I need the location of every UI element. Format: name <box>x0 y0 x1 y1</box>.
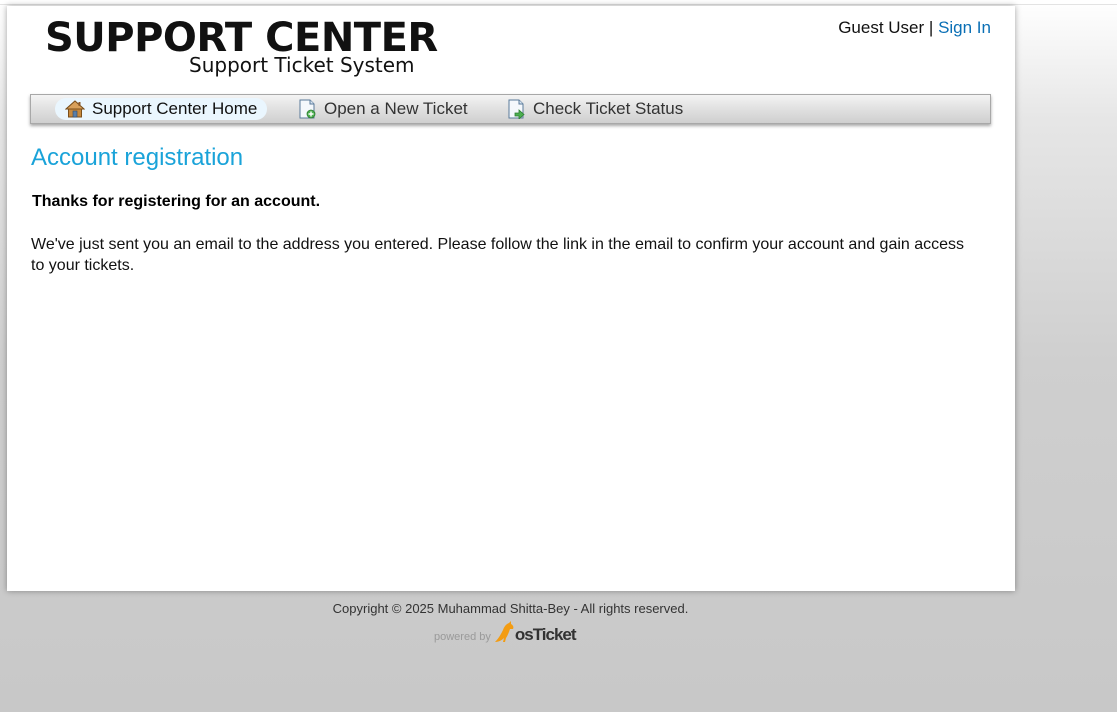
guest-user-label: Guest User <box>838 18 925 37</box>
nav-label: Open a New Ticket <box>324 99 468 118</box>
site-logo[interactable]: SUPPORT CENTER Support Ticket System <box>45 16 438 78</box>
powered-by-osticket[interactable]: powered by osTicket <box>434 618 577 646</box>
footer: Copyright © 2025 Muhammad Shitta-Bey - A… <box>0 601 1021 644</box>
nav-support-center-home[interactable]: Support Center Home <box>55 98 268 120</box>
nav-label: Check Ticket Status <box>533 99 684 118</box>
kangaroo-icon <box>493 620 515 644</box>
page-title: Account registration <box>31 144 244 171</box>
sign-in-link[interactable]: Sign In <box>938 18 991 37</box>
nav-open-new-ticket[interactable]: Open a New Ticket <box>297 98 468 120</box>
home-icon <box>65 99 85 119</box>
logo-subtitle: Support Ticket System <box>189 53 415 77</box>
page-container: SUPPORT CENTER Support Ticket System Gue… <box>7 6 1015 591</box>
osticket-brand: osTicket <box>514 625 577 644</box>
thanks-message: Thanks for registering for an account. <box>32 193 321 210</box>
ticket-status-icon <box>506 99 526 119</box>
new-ticket-icon <box>297 99 317 119</box>
confirmation-message: We've just sent you an email to the addr… <box>31 236 965 274</box>
nav-check-ticket-status[interactable]: Check Ticket Status <box>506 98 683 120</box>
copyright-text: Copyright © 2025 Muhammad Shitta-Bey - A… <box>332 601 689 616</box>
main-nav: Support Center Home Open a New Ticket Ch… <box>30 94 991 124</box>
top-border <box>0 0 1117 5</box>
separator: | <box>928 18 934 37</box>
powered-by-label: powered by <box>434 631 491 643</box>
user-info: Guest User | Sign In <box>838 18 991 38</box>
nav-label: Support Center Home <box>92 99 258 118</box>
